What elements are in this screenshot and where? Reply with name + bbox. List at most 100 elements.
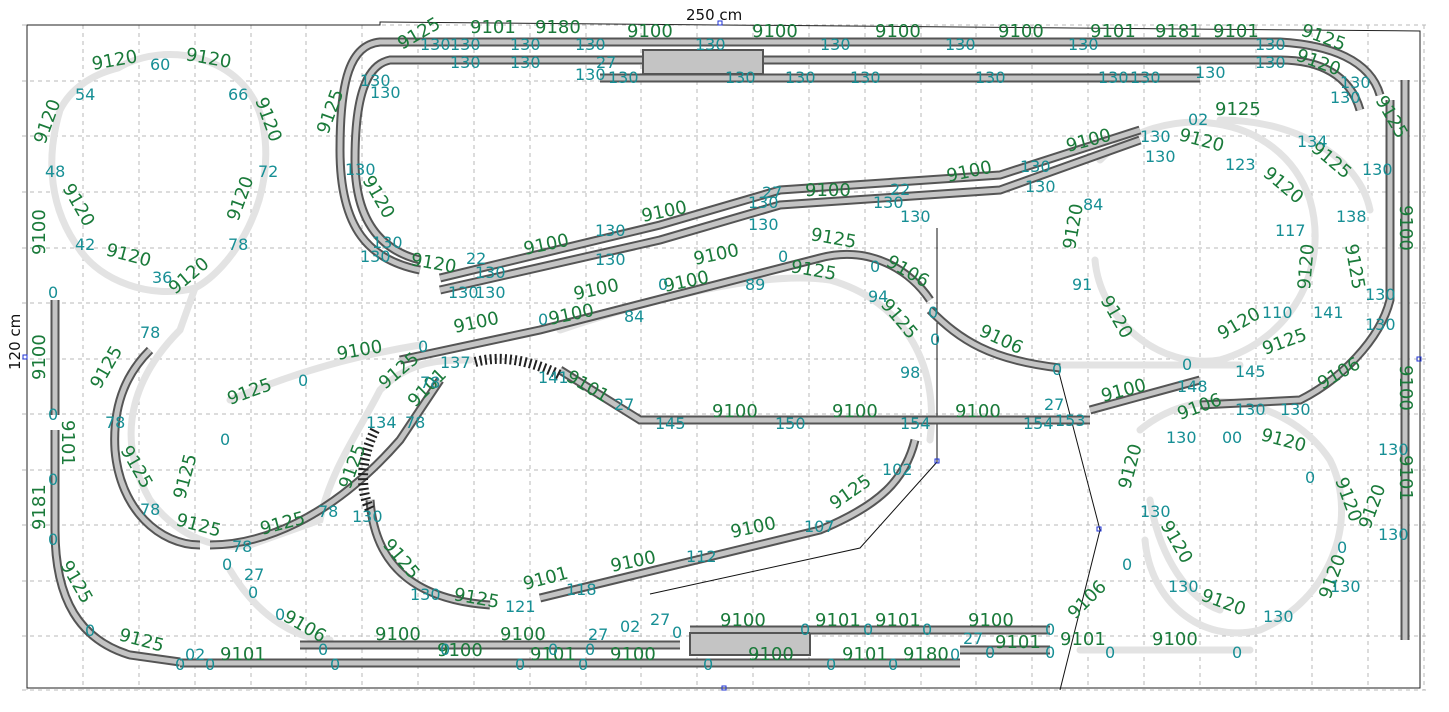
part-label: 9120 (250, 95, 285, 145)
grade-label: 0 (778, 247, 788, 266)
part-label: 9101 (1060, 629, 1106, 650)
grade-label: 107 (804, 517, 835, 536)
grade-label: 54 (75, 85, 95, 104)
grade-label: 78 (232, 537, 252, 556)
grade-label: 154 (900, 414, 931, 433)
grade-label: 94 (868, 287, 888, 306)
grade-label: 0 (985, 643, 995, 662)
grade-label: 130 (945, 35, 976, 54)
grade-label: 0 (1045, 643, 1055, 662)
grade-label: 0 (48, 470, 58, 489)
part-label: 9100 (998, 21, 1044, 42)
part-label: 9125 (225, 374, 275, 409)
grade-label: 0 (538, 310, 548, 329)
part-label: 9100 (752, 21, 798, 42)
grade-label: 130 (1255, 53, 1286, 72)
part-label: 9101 (842, 644, 888, 665)
grade-label: 27 (588, 625, 608, 644)
grade-label: 130 (1195, 63, 1226, 82)
grade-label: 66 (228, 85, 248, 104)
part-label: 9180 (903, 644, 949, 665)
grade-label: 150 (775, 414, 806, 433)
grade-label: 0 (672, 623, 682, 642)
grade-label: 78 (140, 500, 160, 519)
grade-label: 154 (1023, 414, 1054, 433)
grade-label: 130 (1130, 68, 1161, 87)
grade-label: 130 (595, 250, 626, 269)
grade-label: 60 (150, 55, 170, 74)
grade-label: 0 (440, 640, 450, 659)
part-label: 9100 (748, 644, 794, 665)
grade-label: 130 (1145, 147, 1176, 166)
part-label: 9100 (572, 275, 621, 305)
grade-label: 0 (418, 337, 428, 356)
part-label: 9100 (712, 401, 758, 422)
grade-label: 130 (510, 53, 541, 72)
grade-label: 130 (1362, 160, 1393, 179)
grade-label: 130 (975, 68, 1006, 87)
grade-label: 134 (366, 413, 397, 432)
grade-label: 78 (228, 235, 248, 254)
part-label: 9120 (1177, 125, 1227, 157)
part-label: 9100 (547, 300, 596, 330)
grade-label: 42 (75, 235, 95, 254)
part-label: 9100 (1395, 365, 1416, 411)
grade-label: 102 (882, 460, 913, 479)
part-label: 9125 (809, 224, 858, 253)
part-label: 9120 (1115, 442, 1147, 492)
grade-label: 130 (448, 283, 479, 302)
part-label: 9100 (375, 624, 421, 645)
grade-label: 78 (420, 373, 440, 392)
grade-label: 0 (1045, 620, 1055, 639)
grade-label: 72 (258, 162, 278, 181)
grade-label: 0 (930, 330, 940, 349)
part-label: 9125 (170, 452, 202, 502)
grade-label: 0 (863, 620, 873, 639)
grade-label: 130 (1068, 35, 1099, 54)
grade-label: 27 (762, 183, 782, 202)
grade-label: 130 (475, 283, 506, 302)
grade-label: 0 (205, 655, 215, 674)
grade-label: 27 (1044, 395, 1064, 414)
part-label: 9101 (1395, 455, 1416, 501)
part-label: 9100 (955, 401, 1001, 422)
grade-label: 0 (1222, 428, 1232, 447)
grade-label: 130 (1330, 88, 1361, 107)
grade-label: 130 (1235, 400, 1266, 419)
grade-label: 121 (505, 597, 536, 616)
grade-label: 98 (900, 363, 920, 382)
grade-label: 130 (1166, 428, 1197, 447)
grade-label: 0 (1232, 643, 1242, 662)
part-label: 9101 (57, 420, 78, 466)
grade-label: 0 (870, 257, 880, 276)
part-label: 9120 (1330, 475, 1365, 525)
part-label: 9120 (1259, 163, 1308, 209)
part-label: 9120 (1214, 303, 1264, 344)
part-label: 9181 (29, 484, 50, 530)
grade-label: 22 (466, 249, 486, 268)
grade-label: 78 (405, 413, 425, 432)
part-label: 9180 (535, 17, 581, 38)
part-label: 9100 (720, 610, 766, 631)
grade-label: 130 (360, 71, 391, 90)
part-label: 9100 (805, 180, 851, 201)
grade-label: 02 (1188, 110, 1208, 129)
part-label: 9125 (1215, 99, 1261, 120)
part-label: 9120 (184, 44, 233, 73)
grade-label: 130 (352, 507, 383, 526)
grade-label: 0 (1305, 468, 1315, 487)
grade-label: 0 (298, 371, 308, 390)
part-label: 9120 (1198, 585, 1248, 620)
track-plan-canvas[interactable]: 9120 9120 9120 9120 9120 9120 9120 9120 … (0, 0, 1449, 708)
grade-label: 0 (1052, 360, 1062, 379)
part-label: 9125 (452, 584, 501, 613)
grade-label: 27 (244, 565, 264, 584)
part-label: 9101 (875, 610, 921, 631)
part-label: 9100 (832, 401, 878, 422)
part-label: 9101 (815, 610, 861, 631)
part-label: 9120 (90, 46, 139, 75)
grade-label: 130 (410, 585, 441, 604)
grade-label: 0 (48, 283, 58, 302)
grade-label: 0 (1122, 555, 1132, 574)
grade-label: 0 (928, 303, 938, 322)
